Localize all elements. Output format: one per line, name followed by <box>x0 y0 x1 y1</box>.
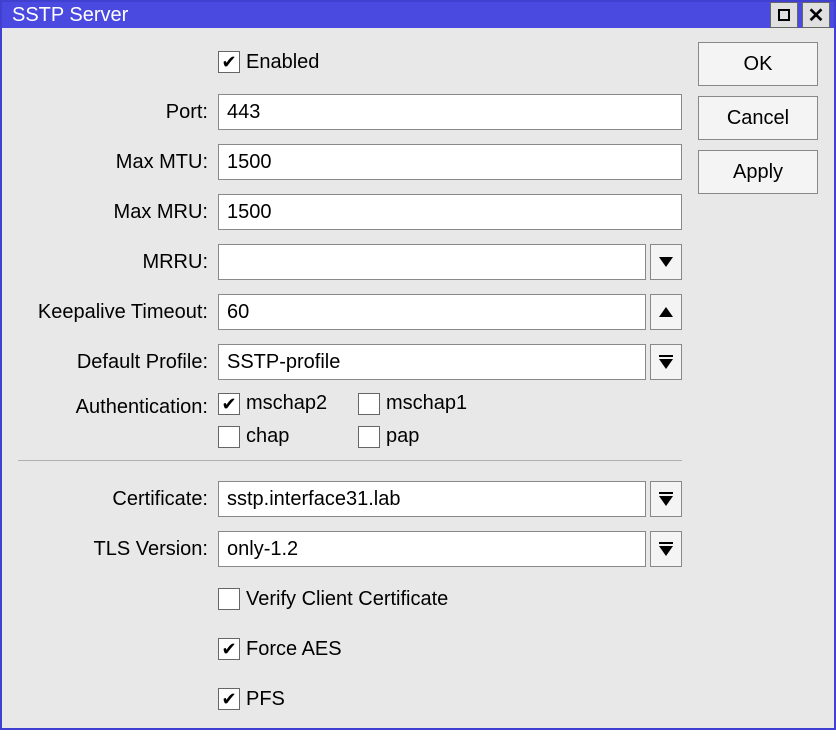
dropdown-icon <box>659 492 673 506</box>
pap-checkbox[interactable]: pap <box>358 425 484 448</box>
certificate-dropdown-button[interactable] <box>650 481 682 517</box>
mschap2-checkbox[interactable]: ✔mschap2 <box>218 392 344 415</box>
chap-checkbox[interactable]: chap <box>218 425 344 448</box>
default-profile-input[interactable] <box>218 344 646 380</box>
chevron-down-icon <box>659 257 673 267</box>
mrru-input[interactable] <box>218 244 646 280</box>
dropdown-icon <box>659 542 673 556</box>
port-input[interactable] <box>218 94 682 130</box>
keepalive-input[interactable] <box>218 294 646 330</box>
verify-client-checkbox[interactable]: Verify Client Certificate <box>218 588 448 611</box>
titlebar: SSTP Server ✕ <box>2 2 834 28</box>
tls-version-dropdown-button[interactable] <box>650 531 682 567</box>
default-profile-dropdown-button[interactable] <box>650 344 682 380</box>
close-button[interactable]: ✕ <box>802 2 830 28</box>
divider <box>18 460 682 461</box>
maximize-button[interactable] <box>770 2 798 28</box>
keepalive-label: Keepalive Timeout: <box>18 301 218 324</box>
certificate-label: Certificate: <box>18 488 218 511</box>
enabled-checkbox[interactable]: ✔ Enabled <box>218 51 319 74</box>
max-mru-input[interactable] <box>218 194 682 230</box>
max-mtu-label: Max MTU: <box>18 151 218 174</box>
certificate-input[interactable] <box>218 481 646 517</box>
max-mru-label: Max MRU: <box>18 201 218 224</box>
close-icon: ✕ <box>808 3 825 28</box>
cancel-button[interactable]: Cancel <box>698 96 818 140</box>
authentication-group: ✔mschap2 mschap1 chap pap <box>218 392 498 448</box>
authentication-label: Authentication: <box>18 392 218 419</box>
content-area: ✔ Enabled Port: Max MTU: Max MRU: MRRU: <box>2 28 834 743</box>
mschap1-checkbox[interactable]: mschap1 <box>358 392 484 415</box>
force-aes-checkbox[interactable]: ✔Force AES <box>218 638 342 661</box>
default-profile-label: Default Profile: <box>18 351 218 374</box>
enabled-label: Enabled <box>246 51 319 74</box>
square-icon <box>778 9 790 21</box>
window-title: SSTP Server <box>12 4 766 27</box>
pfs-checkbox[interactable]: ✔PFS <box>218 688 285 711</box>
form-area: ✔ Enabled Port: Max MTU: Max MRU: MRRU: <box>18 42 682 729</box>
mrru-label: MRRU: <box>18 251 218 274</box>
sstp-server-window: SSTP Server ✕ ✔ Enabled Port: Max MTU: <box>0 0 836 730</box>
apply-button[interactable]: Apply <box>698 150 818 194</box>
ok-button[interactable]: OK <box>698 42 818 86</box>
tls-version-input[interactable] <box>218 531 646 567</box>
button-column: OK Cancel Apply <box>698 42 818 729</box>
chevron-up-icon <box>659 307 673 317</box>
dropdown-icon <box>659 355 673 369</box>
max-mtu-input[interactable] <box>218 144 682 180</box>
checkbox-icon: ✔ <box>218 51 240 73</box>
port-label: Port: <box>18 101 218 124</box>
keepalive-collapse-button[interactable] <box>650 294 682 330</box>
tls-version-label: TLS Version: <box>18 538 218 561</box>
mrru-expand-button[interactable] <box>650 244 682 280</box>
